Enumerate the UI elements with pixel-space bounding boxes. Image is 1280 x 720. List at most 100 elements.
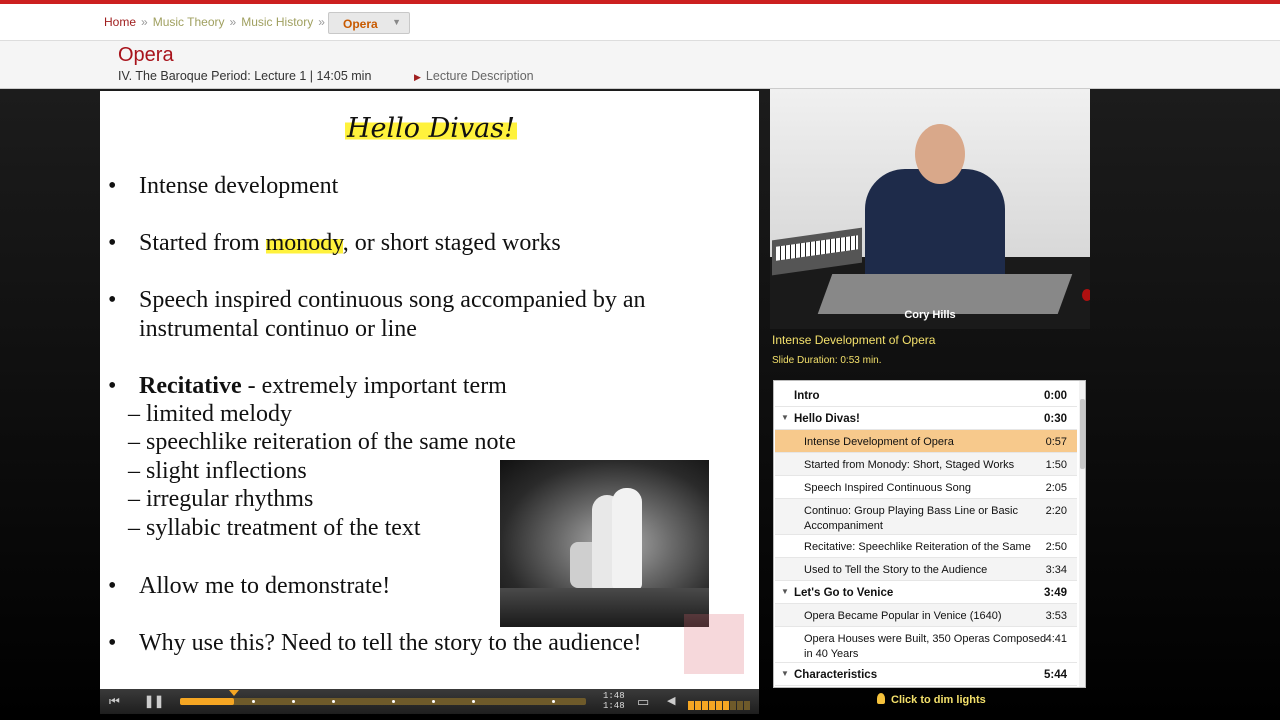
progress-slider[interactable]: [180, 698, 586, 705]
opera-photo: [500, 460, 709, 627]
lecture-description-link[interactable]: ▶ Lecture Description: [414, 69, 534, 83]
breadcrumb-separator: »: [318, 15, 325, 29]
breadcrumb-current-dropdown[interactable]: Opera ▼: [328, 12, 410, 34]
progress-thumb[interactable]: [229, 690, 239, 696]
breadcrumb: Home » Music Theory » Music History »: [104, 15, 330, 29]
slide-bullet: • Allow me to demonstrate!: [108, 572, 390, 601]
breadcrumb-current-label: Opera: [343, 17, 378, 31]
slide-subbullet: – speechlike reiteration of the same not…: [128, 429, 516, 455]
toc-section[interactable]: ▼ Let's Go to Venice 3:49: [775, 581, 1077, 604]
slide-bullet: • Why use this? Need to tell the story to…: [108, 629, 642, 658]
bullet-dot: •: [108, 630, 117, 656]
toc-item[interactable]: Continuo: Group Playing Bass Line or Bas…: [775, 499, 1077, 535]
chapter-marker: [392, 700, 395, 703]
chevron-down-icon[interactable]: ▼: [781, 413, 789, 422]
toc-label: Intense Development of Opera: [804, 436, 954, 448]
toc-time: 3:34: [1045, 564, 1067, 576]
toc-time: 0:00: [1043, 390, 1067, 402]
slide-bullet: • Intense development: [108, 172, 339, 201]
volume-bar-segment: [695, 701, 701, 710]
toc-time: 0:30: [1043, 413, 1067, 425]
volume-bar-segment: [723, 701, 729, 710]
toc-item[interactable]: Opera Houses were Built, 350 Operas Comp…: [775, 627, 1077, 663]
dim-lights-label: Click to dim lights: [891, 694, 986, 706]
breadcrumb-music-history[interactable]: Music History: [241, 15, 313, 29]
slide-panel: Hello Divas! • Intense development • Start…: [100, 91, 759, 689]
toc-label: Used to Tell the Story to the Audience: [804, 564, 988, 576]
toc-time: 5:44: [1043, 669, 1067, 681]
bullet-text: Speech inspired continuous song accompan…: [139, 287, 646, 313]
toc-label: Let's Go to Venice: [794, 587, 894, 599]
chapter-marker: [432, 700, 435, 703]
pause-icon[interactable]: ❚❚: [144, 694, 164, 708]
toc-label-continued: in 40 Years: [804, 648, 859, 660]
chevron-down-icon[interactable]: ▼: [781, 587, 789, 596]
bullet-text: , or short staged works: [342, 230, 561, 256]
time-current: 1:48: [603, 691, 625, 701]
volume-bar-segment: [737, 701, 743, 710]
breadcrumb-home[interactable]: Home: [104, 15, 136, 29]
volume-bar-segment: [716, 701, 722, 710]
bullet-dot: •: [108, 230, 117, 256]
volume-bar-segment: [730, 701, 736, 710]
speaker-icon[interactable]: ◀: [667, 694, 675, 707]
time-total: 1:48: [603, 701, 625, 711]
slide-duration: Slide Duration: 0:53 min.: [772, 355, 882, 366]
table-of-contents: Intro 0:00 ▼ Hello Divas! 0:30 Intense Develo…: [773, 380, 1086, 688]
volume-bar-segment: [744, 701, 750, 710]
fullscreen-icon[interactable]: ▭: [637, 694, 649, 710]
bullet-text: - extremely important term: [241, 373, 507, 399]
slide-bullet: • Recitative - extremely important term: [108, 372, 507, 401]
bullet-text: Started from: [139, 230, 266, 256]
player-controls: ⏮ ❚❚ 1:48 1:48 ▭ ◀: [100, 689, 759, 714]
toc-scroll-thumb[interactable]: [1080, 399, 1085, 469]
slide-title: Hello Divas!: [345, 113, 517, 144]
volume-bar-segment: [709, 701, 715, 710]
toc-time: 2:20: [1045, 505, 1067, 517]
photo-figure: [612, 488, 642, 590]
toc-section[interactable]: ▼ Hello Divas! 0:30: [775, 407, 1077, 430]
toc-section[interactable]: Intro 0:00: [775, 384, 1077, 407]
toc-item[interactable]: Opera Became Popular in Venice (1640) 3:5…: [775, 604, 1077, 627]
chevron-down-icon: ▼: [392, 17, 401, 27]
current-slide-title: Intense Development of Opera: [772, 333, 936, 347]
slide-subbullet: – irregular rhythms: [128, 486, 314, 512]
breadcrumb-separator: »: [229, 15, 237, 29]
toc-label: Speech Inspired Continuous Song: [804, 482, 971, 494]
presenter-video[interactable]: Cory Hills: [770, 89, 1090, 329]
skip-back-icon[interactable]: ⏮: [109, 694, 120, 709]
chevron-down-icon[interactable]: ▼: [781, 669, 789, 678]
presenter-name: Cory Hills: [904, 309, 956, 321]
bullet-dot: •: [108, 373, 117, 399]
toc-section[interactable]: ▼ Characteristics 5:44: [775, 663, 1077, 686]
toc-item[interactable]: Used to Tell the Story to the Audience 3:…: [775, 558, 1077, 581]
slide-bullet: • Speech inspired continuous song accompa…: [108, 286, 646, 344]
toc-time: 4:41: [1045, 633, 1067, 645]
breadcrumb-music-theory[interactable]: Music Theory: [153, 15, 225, 29]
bold-term: Recitative: [139, 373, 242, 399]
chapter-marker: [252, 700, 255, 703]
breadcrumb-bar: Home » Music Theory » Music History » Op…: [0, 4, 1280, 41]
video-presenter-head: [915, 124, 965, 184]
toc-scrollbar[interactable]: [1079, 381, 1085, 687]
bullet-text: Why use this? Need to tell the story to …: [139, 630, 642, 656]
highlighted-term: monody: [265, 230, 343, 256]
bullet-text: Intense development: [139, 173, 339, 199]
toc-label: Started from Monody: Short, Staged Works: [804, 459, 1015, 471]
toc-item[interactable]: Speech Inspired Continuous Song 2:05: [775, 476, 1077, 499]
dim-lights-button[interactable]: Click to dim lights: [877, 693, 986, 706]
toc-item[interactable]: Recitative: Speechlike Reiteration of th…: [775, 535, 1077, 558]
slide-subbullet: – limited melody: [128, 401, 292, 427]
toc-item[interactable]: Started from Monody: Short, Staged Works…: [775, 453, 1077, 476]
toc-label: Continuo: Group Playing Bass Line or Bas…: [804, 505, 1019, 517]
volume-slider[interactable]: [688, 697, 752, 710]
toc-time: 1:50: [1045, 459, 1067, 471]
progress-fill: [180, 698, 234, 705]
slide-subbullet: – slight inflections: [128, 458, 307, 484]
toc-label: Recitative: Speechlike Reiteration of th…: [804, 541, 1031, 553]
toc-item[interactable]: Intense Development of Opera 0:57: [775, 430, 1077, 453]
timecode: 1:48 1:48: [603, 691, 625, 711]
toc-label: Intro: [794, 390, 820, 402]
lecture-subtitle: IV. The Baroque Period: Lecture 1 | 14:0…: [118, 69, 372, 83]
toc-time: 3:49: [1043, 587, 1067, 599]
